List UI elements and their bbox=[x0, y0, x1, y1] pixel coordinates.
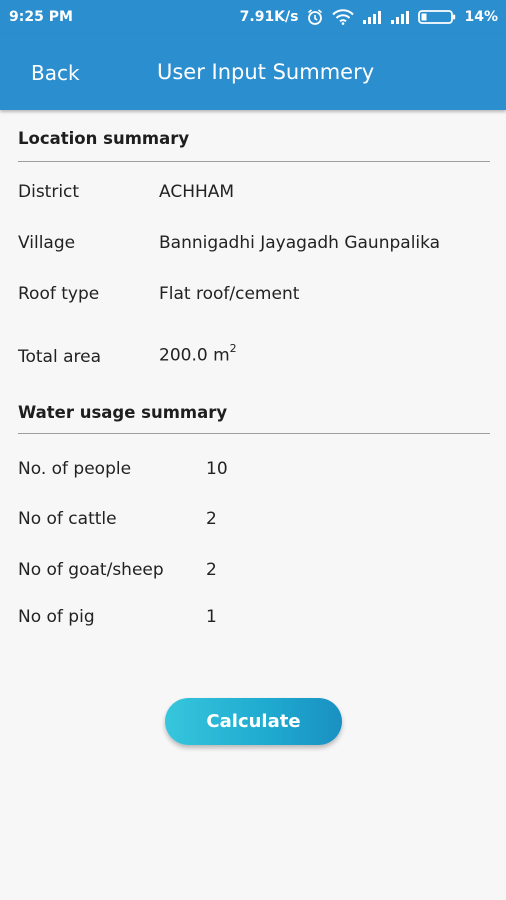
wifi-icon bbox=[332, 9, 355, 25]
total-area-unit-exponent: 2 bbox=[229, 342, 237, 355]
back-button[interactable]: Back bbox=[31, 61, 80, 85]
goat-sheep-value: 2 bbox=[206, 560, 217, 580]
location-summary-divider bbox=[18, 161, 490, 162]
water-usage-summary-divider bbox=[18, 433, 490, 434]
cattle-value: 2 bbox=[206, 509, 217, 529]
battery-percent: 14% bbox=[464, 9, 498, 25]
signal-icon bbox=[362, 10, 382, 24]
location-summary-heading: Location summary bbox=[18, 129, 190, 148]
roof-type-label: Roof type bbox=[18, 284, 100, 304]
battery-icon bbox=[418, 9, 456, 25]
total-area-number: 200.0 m bbox=[159, 345, 230, 366]
village-value: Bannigadhi Jayagadh Gaunpalika bbox=[159, 233, 441, 253]
page-title: User Input Summery bbox=[157, 60, 375, 84]
status-bar: 9:25 PM 7.91K/s 14% bbox=[0, 0, 506, 34]
district-value: ACHHAM bbox=[159, 182, 235, 202]
water-usage-summary-heading: Water usage summary bbox=[18, 403, 228, 422]
pig-label: No of pig bbox=[18, 607, 95, 627]
goat-sheep-label: No of goat/sheep bbox=[18, 560, 164, 580]
total-area-label: Total area bbox=[18, 347, 102, 367]
network-speed: 7.91K/s bbox=[239, 9, 299, 25]
status-right-group: 7.91K/s 14% bbox=[240, 8, 498, 26]
cattle-label: No of cattle bbox=[18, 509, 117, 529]
status-time: 9:25 PM bbox=[9, 9, 73, 25]
signal-icon bbox=[390, 10, 410, 24]
calculate-button[interactable]: Calculate bbox=[165, 698, 342, 745]
village-label: Village bbox=[18, 233, 76, 253]
roof-type-value: Flat roof/cement bbox=[159, 284, 300, 304]
app-bar: Back User Input Summery bbox=[0, 34, 506, 110]
people-label: No. of people bbox=[18, 459, 132, 479]
district-label: District bbox=[18, 182, 80, 202]
people-value: 10 bbox=[206, 459, 228, 479]
total-area-value: 200.0 m2 bbox=[159, 342, 237, 366]
alarm-icon bbox=[306, 8, 324, 26]
pig-value: 1 bbox=[206, 607, 217, 627]
